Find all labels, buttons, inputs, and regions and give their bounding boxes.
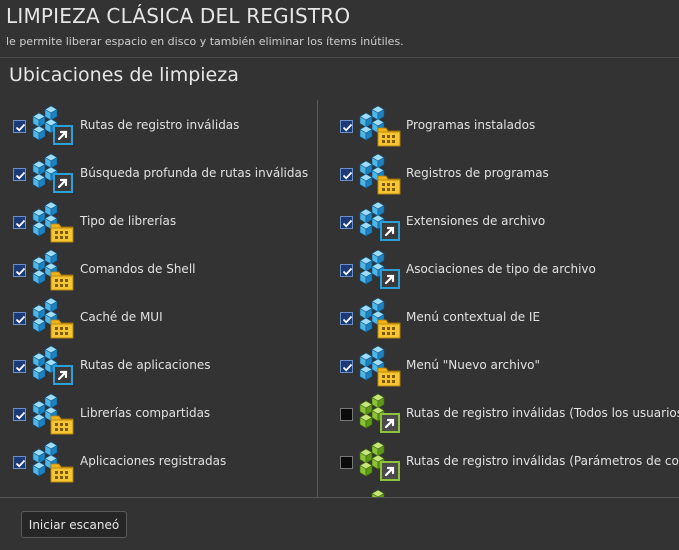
registry-shortcut-icon (31, 344, 75, 388)
list-item-item[interactable] (0, 484, 316, 497)
registry-folder-icon (31, 296, 75, 340)
checkbox-tipo-de-librerias[interactable] (13, 216, 26, 229)
item-label: Registros de programas (406, 166, 549, 180)
item-label: Aplicaciones registradas (80, 454, 227, 468)
item-label: Programas instalados (406, 118, 536, 132)
registry-folder-icon (358, 344, 402, 388)
registry-folder-icon (358, 296, 402, 340)
checkbox-busqueda-profunda-de-rutas-invalidas[interactable] (13, 168, 26, 181)
item-label: Rutas de registro inválidas (Todos los u… (406, 406, 679, 420)
checkbox-asociaciones-de-tipo-de-archivo[interactable] (340, 264, 353, 277)
registry-shortcut-icon (358, 200, 402, 244)
list-item-extensiones-de-archivo[interactable]: Extensiones de archivo (318, 196, 679, 244)
list-item-menu-nuevo-archivo[interactable]: Menú "Nuevo archivo" (318, 340, 679, 388)
checkbox-registros-de-programas[interactable] (340, 168, 353, 181)
item-label: Librerías compartidas (80, 406, 211, 420)
list-item-librerias-compartidas[interactable]: Librerías compartidas (0, 388, 316, 436)
footer-divider (0, 497, 679, 498)
checkbox-extensiones-de-archivo[interactable] (340, 216, 353, 229)
gear-icon (31, 488, 75, 497)
list-item-asociaciones-de-tipo-de-archivo[interactable]: Asociaciones de tipo de archivo (318, 244, 679, 292)
registry-shortcut-icon (358, 248, 402, 292)
list-item-programas-instalados[interactable]: Programas instalados (318, 100, 679, 148)
header: LIMPIEZA CLÁSICA DEL REGISTRO le permite… (0, 0, 679, 57)
list-item-comandos-de-shell[interactable]: Comandos de Shell (0, 244, 316, 292)
page-title: LIMPIEZA CLÁSICA DEL REGISTRO (6, 4, 351, 28)
list-item-rutas-de-registro-invalidas-todos-los-usuarios[interactable]: Rutas de registro inválidas (Todos los u… (318, 388, 679, 436)
registry-icon (358, 488, 402, 497)
list-item-rutas-de-aplicaciones[interactable]: Rutas de aplicaciones (0, 340, 316, 388)
checkbox-cache-de-mui[interactable] (13, 312, 26, 325)
registry-folder-icon (31, 200, 75, 244)
list-item-rutas-de-registro-invalidas[interactable]: Rutas de registro inválidas (0, 100, 316, 148)
list-item-registros-de-programas[interactable]: Registros de programas (318, 148, 679, 196)
item-label: Comandos de Shell (80, 262, 196, 276)
item-label: Asociaciones de tipo de archivo (406, 262, 596, 276)
item-label: Menú "Nuevo archivo" (406, 358, 541, 372)
page-subtitle: le permite liberar espacio en disco y ta… (6, 35, 404, 48)
item-label: Tipo de librerías (80, 214, 177, 228)
item-label: Menú contextual de IE (406, 310, 541, 324)
checkbox-rutas-de-registro-invalidas-todos-los-usuarios[interactable] (340, 408, 353, 421)
item-label: Búsqueda profunda de rutas inválidas (80, 166, 309, 180)
list-item-menu-contextual-de-ie[interactable]: Menú contextual de IE (318, 292, 679, 340)
list-item-aplicaciones-registradas[interactable]: Aplicaciones registradas (0, 436, 316, 484)
registry-folder-icon (31, 248, 75, 292)
registry-folder-icon (31, 392, 75, 436)
item-label: Rutas de registro inválidas (Parámetros … (406, 454, 679, 468)
list-item-busqueda-profunda-de-rutas-invalidas[interactable]: Búsqueda profunda de rutas inválidas (0, 148, 316, 196)
checkbox-librerias-compartidas[interactable] (13, 408, 26, 421)
list-item-cache-de-mui[interactable]: Caché de MUI (0, 292, 316, 340)
registry-folder-icon (31, 440, 75, 484)
checkbox-aplicaciones-registradas[interactable] (13, 456, 26, 469)
item-label: Rutas de registro inválidas (80, 118, 240, 132)
checkbox-comandos-de-shell[interactable] (13, 264, 26, 277)
list-item-item[interactable] (318, 484, 679, 497)
registry-shortcut-icon (358, 440, 402, 484)
registry-shortcut-icon (31, 104, 75, 148)
item-label: Rutas de aplicaciones (80, 358, 211, 372)
left-column: Rutas de registro inválidas Búsqueda pro… (0, 100, 316, 497)
start-scan-button[interactable]: Iniciar escaneó (21, 511, 127, 538)
registry-shortcut-icon (31, 152, 75, 196)
registry-shortcut-icon (358, 392, 402, 436)
checkbox-rutas-de-aplicaciones[interactable] (13, 360, 26, 373)
checkbox-rutas-de-registro-invalidas-parametros-de-control[interactable] (340, 456, 353, 469)
checkbox-menu-nuevo-archivo[interactable] (340, 360, 353, 373)
list-item-tipo-de-librerias[interactable]: Tipo de librerías (0, 196, 316, 244)
section-title: Ubicaciones de limpieza (9, 64, 239, 86)
registry-folder-icon (358, 104, 402, 148)
header-divider (0, 57, 679, 58)
checkbox-programas-instalados[interactable] (340, 120, 353, 133)
item-label: Caché de MUI (80, 310, 163, 324)
checkbox-rutas-de-registro-invalidas[interactable] (13, 120, 26, 133)
item-label: Extensiones de archivo (406, 214, 546, 228)
registry-folder-icon (358, 152, 402, 196)
right-column: Programas instalados Registros de progra… (318, 100, 679, 497)
checkbox-menu-contextual-de-ie[interactable] (340, 312, 353, 325)
list-item-rutas-de-registro-invalidas-parametros-de-control[interactable]: Rutas de registro inválidas (Parámetros … (318, 436, 679, 484)
